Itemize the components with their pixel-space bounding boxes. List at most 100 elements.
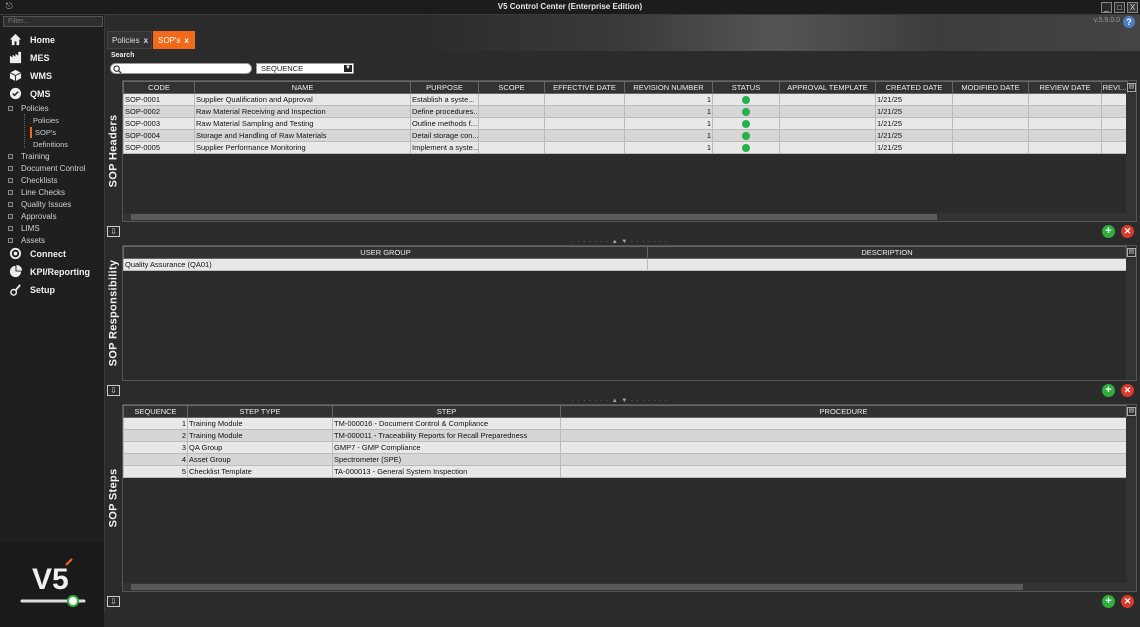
close-window-button[interactable]: X [1127,2,1138,13]
nav-approvals[interactable]: Approvals [0,211,104,222]
horizontal-scrollbar[interactable] [123,583,1126,591]
nav-document-control[interactable]: Document Control [0,163,104,174]
vertical-scrollbar[interactable] [1126,258,1136,380]
nav-checklists[interactable]: Checklists [0,175,104,186]
column-chooser-icon[interactable]: ▤ [1127,248,1136,257]
add-responsibility-button[interactable]: + [1102,384,1115,397]
delete-step-button[interactable]: ✕ [1121,595,1134,608]
column-header[interactable]: USER GROUP [123,246,648,259]
nav-line-checks[interactable]: Line Checks [0,187,104,198]
column-header[interactable]: SEQUENCE [123,405,188,418]
nav-mes[interactable]: MES [0,50,104,66]
column-header[interactable]: NAME [194,81,411,94]
add-step-button[interactable]: + [1102,595,1115,608]
status-active-icon [742,108,750,116]
column-header[interactable]: REVISION NUMBER [624,81,713,94]
table-row[interactable]: 1 Training Module TM-000016 - Document Con… [123,417,1127,430]
tab-policies-close-icon[interactable]: x [144,36,148,45]
nav-policies[interactable]: Policies [33,115,113,126]
table-row[interactable]: SOP-0005 Supplier Performance Monitoring I… [123,141,1128,154]
expand-icon[interactable] [8,226,13,231]
sop-steps-table: SEQUENCE STEP TYPE STEP PROCEDURE 1 Training… [123,405,1127,478]
tab-sops[interactable]: SOP's x [153,31,195,49]
cell-sequence: 5 [123,465,188,478]
nav-assets[interactable]: Assets [0,235,104,246]
expand-icon[interactable] [8,190,13,195]
column-header[interactable]: APPROVAL TEMPLATE [779,81,876,94]
expand-icon[interactable] [8,238,13,243]
status-cell [712,105,780,118]
column-header[interactable]: REVIEW DATE [1028,81,1102,94]
cell-step: Spectrometer (SPE) [332,453,561,466]
nav-lims[interactable]: LIMS [0,223,104,234]
nav-connect[interactable]: Connect [0,246,104,262]
scrollbar-thumb[interactable] [131,214,937,220]
nav-qms[interactable]: QMS [0,86,104,102]
nav-setup[interactable]: Setup [0,282,104,298]
nav-sops[interactable]: SOP's [30,127,110,138]
nav-policies-group[interactable]: Policies [0,103,104,114]
column-header[interactable]: MODIFIED DATE [952,81,1029,94]
nav-definitions[interactable]: Definitions [33,139,113,150]
column-header[interactable]: DESCRIPTION [647,246,1127,259]
vertical-scrollbar[interactable] [1126,417,1136,591]
collapse-icon[interactable] [8,106,13,111]
tab-sops-close-icon[interactable]: x [184,36,188,45]
minimize-button[interactable]: _ [1101,2,1112,13]
cell-overflow [1101,141,1128,154]
column-chooser-icon[interactable]: ▤ [1127,83,1136,92]
cell-scope [478,129,545,142]
table-row[interactable]: SOP-0003 Raw Material Sampling and Testin… [123,117,1128,130]
add-header-button[interactable]: + [1102,225,1115,238]
column-header[interactable]: STATUS [712,81,780,94]
help-button[interactable]: ? [1123,16,1135,28]
table-row[interactable]: SOP-0002 Raw Material Receiving and Inspe… [123,105,1128,118]
expand-icon[interactable] [8,214,13,219]
table-row[interactable]: 2 Training Module TM-000011 - Traceability… [123,429,1127,442]
nav-training[interactable]: Training [0,151,104,162]
column-header[interactable]: STEP [332,405,561,418]
nav-home[interactable]: Home [0,32,104,48]
table-row[interactable]: 5 Checklist Template TA-000013 - General S… [123,465,1127,478]
vertical-scrollbar[interactable] [1126,93,1136,221]
delete-responsibility-button[interactable]: ✕ [1121,384,1134,397]
scrollbar-thumb[interactable] [131,584,1023,590]
table-row[interactable]: Quality Assurance (QA01) [123,258,1127,271]
expand-icon[interactable] [8,166,13,171]
column-header[interactable]: CODE [123,81,195,94]
export-button[interactable]: ⇩ [107,226,120,237]
column-header[interactable]: REVI... [1101,81,1128,94]
column-header[interactable]: STEP TYPE [187,405,333,418]
expand-icon[interactable] [8,202,13,207]
filter-input[interactable]: Filter... [3,16,103,27]
column-chooser-icon[interactable]: ▤ [1127,407,1136,416]
search-input[interactable] [110,63,252,74]
horizontal-scrollbar[interactable] [123,213,1126,221]
expand-icon[interactable] [8,178,13,183]
column-header[interactable]: PURPOSE [410,81,479,94]
sort-dropdown[interactable]: SEQUENCE ▼ [256,63,354,74]
pie-chart-icon [9,265,22,278]
delete-header-button[interactable]: ✕ [1121,225,1134,238]
column-header[interactable]: CREATED DATE [875,81,953,94]
table-row[interactable]: 3 QA Group GMP7 - GMP Compliance [123,441,1127,454]
table-row[interactable]: SOP-0004 Storage and Handling of Raw Mate… [123,129,1128,142]
logo-text: V5 [32,563,69,596]
nav-kpi-reporting[interactable]: KPI/Reporting [0,264,104,280]
tab-policies[interactable]: Policies x [107,31,152,49]
expand-icon[interactable] [8,154,13,159]
table-row[interactable]: SOP-0001 Supplier Qualification and Appro… [123,93,1128,106]
maximize-button[interactable]: □ [1114,2,1125,13]
cell-purpose: Outline methods f... [410,117,479,130]
nav-wms[interactable]: WMS [0,68,104,84]
nav-quality-issues[interactable]: Quality Issues [0,199,104,210]
export-button[interactable]: ⇩ [107,385,120,396]
table-row[interactable]: 4 Asset Group Spectrometer (SPE) [123,453,1127,466]
column-header[interactable]: SCOPE [478,81,545,94]
column-header[interactable]: PROCEDURE [560,405,1127,418]
cell-step: TM-000011 - Traceability Reports for Rec… [332,429,561,442]
cell-overflow [1101,129,1128,142]
column-header[interactable]: EFFECTIVE DATE [544,81,625,94]
export-button[interactable]: ⇩ [107,596,120,607]
cell-name: Raw Material Sampling and Testing [194,117,411,130]
